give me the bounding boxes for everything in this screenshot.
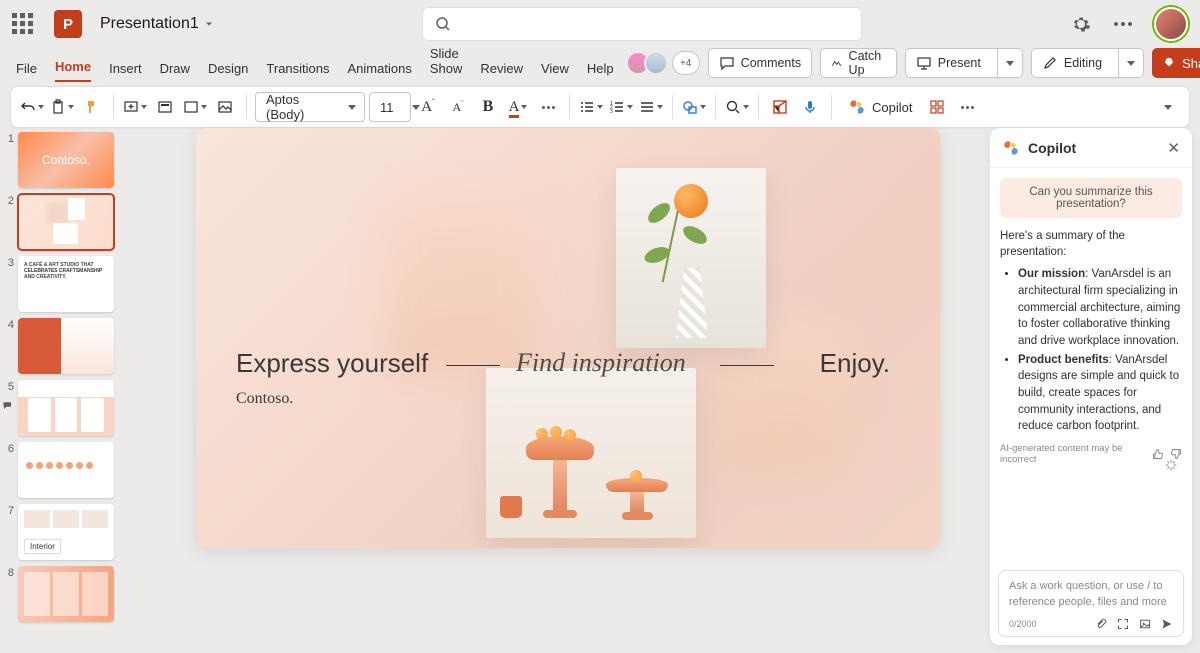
decrease-font-button[interactable]: Aˇ	[445, 92, 471, 122]
catch-up-icon	[831, 55, 842, 71]
font-color-button[interactable]: A	[505, 92, 531, 122]
slide-thumbnail-3[interactable]: A CAFÉ & ART STUDIO THAT CELEBRATES CRAF…	[18, 256, 114, 312]
slide-canvas[interactable]: Express yourself Find inspiration Enjoy.…	[196, 128, 940, 548]
slide-thumbnail-1[interactable]: Contoso.	[18, 132, 114, 188]
ribbon-tabs: File Home Insert Draw Design Transitions…	[0, 48, 1200, 82]
bold-button[interactable]: B	[475, 92, 501, 122]
tab-help[interactable]: Help	[587, 61, 614, 82]
tab-insert[interactable]: Insert	[109, 61, 142, 82]
slide-thumbnail-5[interactable]	[18, 380, 114, 436]
app-launcher-icon[interactable]	[12, 13, 34, 35]
tab-home[interactable]: Home	[55, 59, 91, 82]
copilot-input[interactable]: Ask a work question, or use / to referen…	[998, 570, 1184, 637]
tab-slideshow[interactable]: Slide Show	[430, 46, 463, 82]
tab-draw[interactable]: Draw	[160, 61, 190, 82]
copilot-suggestion-chip[interactable]: Can you summarize this presentation?	[1000, 178, 1182, 218]
present-icon	[916, 55, 932, 71]
align-button[interactable]	[638, 92, 664, 122]
format-painter-button[interactable]	[79, 92, 105, 122]
expand-button[interactable]	[1117, 618, 1129, 630]
slide-image-bottom	[486, 368, 696, 538]
slide-thumbnail-8[interactable]	[18, 566, 114, 622]
copilot-pane: Copilot ✕ Can you summarize this present…	[990, 128, 1192, 645]
tab-design[interactable]: Design	[208, 61, 248, 82]
share-button[interactable]: Share	[1152, 48, 1200, 78]
slide-thumbnail-7[interactable]: Interior	[18, 504, 114, 560]
pencil-icon	[1042, 55, 1058, 71]
copilot-icon	[1002, 139, 1020, 157]
undo-button[interactable]	[19, 92, 45, 122]
more-font-button[interactable]	[535, 92, 561, 122]
slide-thumbnail-panel: 1 Contoso. 2 3 A CAFÉ & ART STUDIO THAT …	[0, 128, 134, 653]
catch-up-button[interactable]: Catch Up	[820, 48, 897, 78]
present-button[interactable]: Present	[905, 48, 1023, 78]
more-ribbon-button[interactable]	[954, 92, 980, 122]
comment-icon	[719, 55, 735, 71]
slide-thumbnail-2[interactable]	[18, 194, 114, 250]
slide-image-top	[616, 168, 766, 348]
shapes-button[interactable]	[681, 92, 707, 122]
bullets-button[interactable]	[578, 92, 604, 122]
copilot-ribbon-button[interactable]: Copilot	[840, 92, 920, 122]
powerpoint-logo: P	[54, 10, 82, 38]
designer-button[interactable]	[767, 92, 793, 122]
tab-animations[interactable]: Animations	[348, 61, 412, 82]
tab-transitions[interactable]: Transitions	[266, 61, 329, 82]
ribbon-collapse-button[interactable]	[1155, 92, 1181, 122]
copilot-response-intro: Here's a summary of the presentation:	[1000, 228, 1182, 260]
new-slide-button[interactable]	[122, 92, 148, 122]
numbering-button[interactable]: 123	[608, 92, 634, 122]
editing-mode-button[interactable]: Editing	[1031, 48, 1144, 78]
search-icon	[435, 16, 451, 32]
present-dropdown[interactable]	[997, 49, 1022, 77]
more-options-icon[interactable]	[1112, 13, 1134, 35]
tab-view[interactable]: View	[541, 61, 569, 82]
thumbs-up-button[interactable]	[1152, 448, 1164, 460]
copilot-input-placeholder: Ask a work question, or use / to referen…	[1009, 579, 1173, 610]
slide-text-find: Find inspiration	[516, 348, 686, 378]
slide-text-express: Express yourself	[236, 348, 428, 379]
find-button[interactable]	[724, 92, 750, 122]
picture-button[interactable]	[212, 92, 238, 122]
tab-review[interactable]: Review	[480, 61, 523, 82]
attach-button[interactable]	[1095, 618, 1107, 630]
grid-view-button[interactable]	[924, 92, 950, 122]
paste-button[interactable]	[49, 92, 75, 122]
comment-indicator-icon	[2, 400, 14, 412]
editing-dropdown[interactable]	[1118, 49, 1143, 77]
settings-icon[interactable]	[1070, 13, 1092, 35]
svg-text:3: 3	[610, 109, 613, 115]
user-avatar[interactable]	[1154, 7, 1188, 41]
image-button[interactable]	[1139, 618, 1151, 630]
copilot-pane-title: Copilot	[1028, 140, 1076, 156]
comments-button[interactable]: Comments	[708, 48, 812, 78]
copilot-icon	[848, 98, 866, 116]
slide-canvas-area: Express yourself Find inspiration Enjoy.…	[134, 128, 982, 653]
share-icon	[1162, 56, 1176, 70]
copilot-sparkle-button[interactable]	[1164, 458, 1178, 472]
title-bar: P Presentation1	[0, 0, 1200, 48]
document-title[interactable]: Presentation1	[100, 15, 215, 33]
increase-font-button[interactable]: Aˆ	[415, 92, 441, 122]
font-name-select[interactable]: Aptos (Body)	[255, 92, 365, 122]
send-button[interactable]	[1161, 618, 1173, 630]
slide-text-brand: Contoso.	[236, 390, 293, 408]
search-input[interactable]	[422, 7, 862, 41]
copilot-close-button[interactable]: ✕	[1167, 139, 1180, 157]
layout-button[interactable]	[152, 92, 178, 122]
presence-indicator[interactable]: +4	[632, 51, 700, 75]
ribbon-toolbar: Aptos (Body) 11 Aˆ Aˇ B A 123 Copilot	[10, 86, 1190, 128]
copilot-disclaimer: AI-generated content may be incorrect	[1000, 443, 1144, 465]
section-button[interactable]	[182, 92, 208, 122]
dictate-button[interactable]	[797, 92, 823, 122]
slide-thumbnail-6[interactable]	[18, 442, 114, 498]
tab-file[interactable]: File	[16, 61, 37, 82]
font-size-select[interactable]: 11	[369, 92, 411, 122]
copilot-response-list: Our mission: VanArsdel is an architectur…	[1000, 266, 1182, 435]
slide-thumbnail-4[interactable]	[18, 318, 114, 374]
slide-text-enjoy: Enjoy.	[820, 348, 890, 379]
copilot-char-counter: 0/2000	[1009, 619, 1037, 629]
